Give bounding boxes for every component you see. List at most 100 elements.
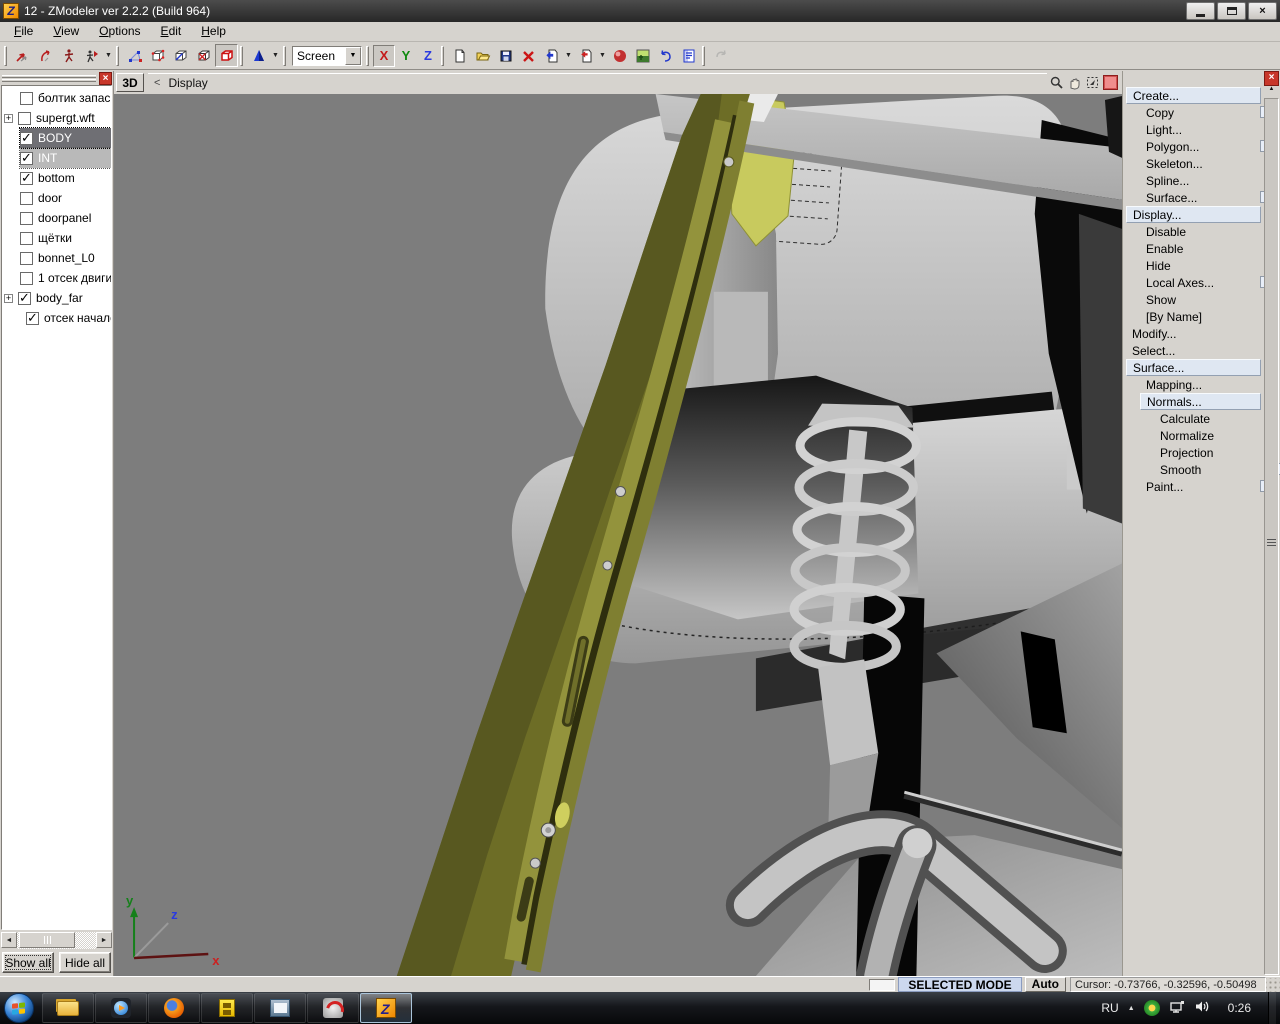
skeleton-pose-icon[interactable] <box>57 44 80 67</box>
visibility-checkbox[interactable] <box>20 150 33 166</box>
visibility-checkbox[interactable] <box>20 170 33 186</box>
taskbar-app[interactable] <box>360 993 412 1023</box>
visibility-checkbox[interactable] <box>20 231 33 245</box>
command-item[interactable]: Local Axes... <box>1140 274 1272 291</box>
command-item[interactable]: Calculate <box>1154 410 1261 427</box>
scene-node-row[interactable]: + bottom <box>20 168 111 188</box>
command-item[interactable]: Enable <box>1140 240 1261 257</box>
command-item[interactable]: Disable <box>1140 223 1261 240</box>
delete-icon[interactable] <box>517 44 540 67</box>
dropdown-caret-icon[interactable]: ▼ <box>270 44 281 67</box>
taskbar-app[interactable] <box>201 993 253 1023</box>
horizontal-scrollbar[interactable]: ◄ ► <box>1 932 112 949</box>
save-file-icon[interactable] <box>494 44 517 67</box>
visibility-checkbox[interactable] <box>26 310 39 326</box>
pan-hand-icon[interactable] <box>1065 74 1083 92</box>
taskbar-app[interactable] <box>148 993 200 1023</box>
resize-grip[interactable] <box>1266 977 1280 992</box>
command-item[interactable]: Modify... <box>1126 325 1261 342</box>
scene-node-row[interactable]: + door <box>20 188 111 208</box>
scene-node-row[interactable]: + bonnet_L0 <box>20 248 111 268</box>
scene-node-row[interactable]: + щётки <box>20 228 111 248</box>
animation-icon[interactable] <box>80 44 103 67</box>
expander-icon[interactable]: + <box>4 113 13 123</box>
menu-item[interactable]: Options <box>89 22 150 41</box>
command-item[interactable]: Mapping... <box>1140 376 1261 393</box>
scene-node-row[interactable]: + supergt.wft <box>4 108 111 128</box>
command-item[interactable]: Surface... <box>1140 189 1272 206</box>
command-item[interactable]: Polygon... <box>1140 138 1272 155</box>
edges-mode-icon[interactable] <box>146 44 169 67</box>
scene-node-row[interactable]: + body_far <box>4 288 111 308</box>
taskbar-app[interactable] <box>95 993 147 1023</box>
chevron-down-icon[interactable]: ▼ <box>345 46 361 65</box>
zoom-icon[interactable] <box>1047 74 1065 92</box>
taskbar-app[interactable] <box>42 993 94 1023</box>
scene-node-row[interactable]: + doorpanel <box>20 208 111 228</box>
command-item[interactable]: Hide <box>1140 257 1261 274</box>
scene-node-row[interactable]: + болтик запаск <box>20 88 111 108</box>
dropdown-caret-icon[interactable]: ▼ <box>563 44 574 67</box>
faces-mode-icon[interactable] <box>169 44 192 67</box>
visibility-checkbox[interactable] <box>20 211 33 225</box>
scrollbar-thumb[interactable] <box>19 932 75 948</box>
material-sphere-icon[interactable] <box>608 44 631 67</box>
scene-node-row[interactable]: + отсек начало <box>26 308 111 328</box>
scroll-up-icon[interactable]: ▲ <box>1264 86 1279 98</box>
scene-log-icon[interactable] <box>677 44 700 67</box>
command-item[interactable]: Select... <box>1126 342 1261 359</box>
visibility-checkbox[interactable] <box>20 130 33 146</box>
vertices-mode-icon[interactable] <box>123 44 146 67</box>
pivot-cone-icon[interactable] <box>247 44 270 67</box>
command-item[interactable]: Create... <box>1126 87 1261 104</box>
volume-tray-icon[interactable] <box>1194 999 1211 1017</box>
command-item[interactable]: Copy <box>1140 104 1272 121</box>
visibility-checkbox[interactable] <box>20 271 33 285</box>
commands-scrollbar-grip[interactable] <box>1267 537 1276 548</box>
menu-item[interactable]: File <box>4 22 43 41</box>
maximize-viewport-icon[interactable] <box>1103 75 1118 90</box>
taskbar-app[interactable] <box>254 993 306 1023</box>
expander-icon[interactable]: + <box>4 293 13 303</box>
visibility-checkbox[interactable] <box>20 91 33 105</box>
visibility-checkbox[interactable] <box>18 111 31 125</box>
show-all-button[interactable]: Show all <box>2 952 54 973</box>
polygons-mode-icon[interactable] <box>192 44 215 67</box>
select-rotate-icon[interactable] <box>34 44 57 67</box>
breadcrumb-back-icon[interactable]: < <box>154 77 160 89</box>
start-button[interactable] <box>4 993 34 1023</box>
command-item[interactable]: Light... <box>1140 121 1261 138</box>
axis-toggle-button[interactable]: Z <box>417 45 439 67</box>
auto-toggle[interactable]: Auto <box>1024 977 1066 992</box>
toolbar-grip[interactable] <box>441 45 444 66</box>
undo-icon[interactable] <box>654 44 677 67</box>
close-button[interactable]: × <box>1248 2 1277 20</box>
dropdown-caret-icon[interactable]: ▼ <box>597 44 608 67</box>
command-item[interactable]: Display... <box>1126 206 1261 223</box>
command-item[interactable]: Smooth <box>1154 461 1280 478</box>
taskbar-app[interactable] <box>307 993 359 1023</box>
select-move-icon[interactable] <box>11 44 34 67</box>
menu-item[interactable]: Help <box>191 22 236 41</box>
commands-scrollbar[interactable]: × ▲ <box>1264 71 1279 975</box>
command-item[interactable]: Show <box>1140 291 1261 308</box>
antivirus-tray-icon[interactable] <box>1143 1000 1160 1016</box>
open-file-icon[interactable] <box>471 44 494 67</box>
toolbar-grip[interactable] <box>366 45 369 66</box>
scene-node-row[interactable]: + INT <box>19 147 111 169</box>
visibility-checkbox[interactable] <box>20 251 33 265</box>
commands-panel-close-icon[interactable]: × <box>1264 71 1279 86</box>
visibility-checkbox[interactable] <box>20 191 33 205</box>
scroll-left-icon[interactable]: ◄ <box>1 932 17 948</box>
objects-mode-icon[interactable] <box>215 44 238 67</box>
scene-node-row[interactable]: + BODY <box>19 127 111 149</box>
menu-item[interactable]: Edit <box>151 22 192 41</box>
command-item[interactable]: [By Name] <box>1140 308 1261 325</box>
visibility-checkbox[interactable] <box>18 290 31 306</box>
axis-toggle-button[interactable]: Y <box>395 45 417 67</box>
panel-close-icon[interactable]: × <box>99 71 112 85</box>
command-item[interactable]: Projection <box>1154 444 1261 461</box>
axis-toggle-button[interactable]: X <box>373 44 395 67</box>
maximize-button[interactable] <box>1217 2 1246 20</box>
command-item[interactable]: Paint... <box>1140 478 1272 495</box>
